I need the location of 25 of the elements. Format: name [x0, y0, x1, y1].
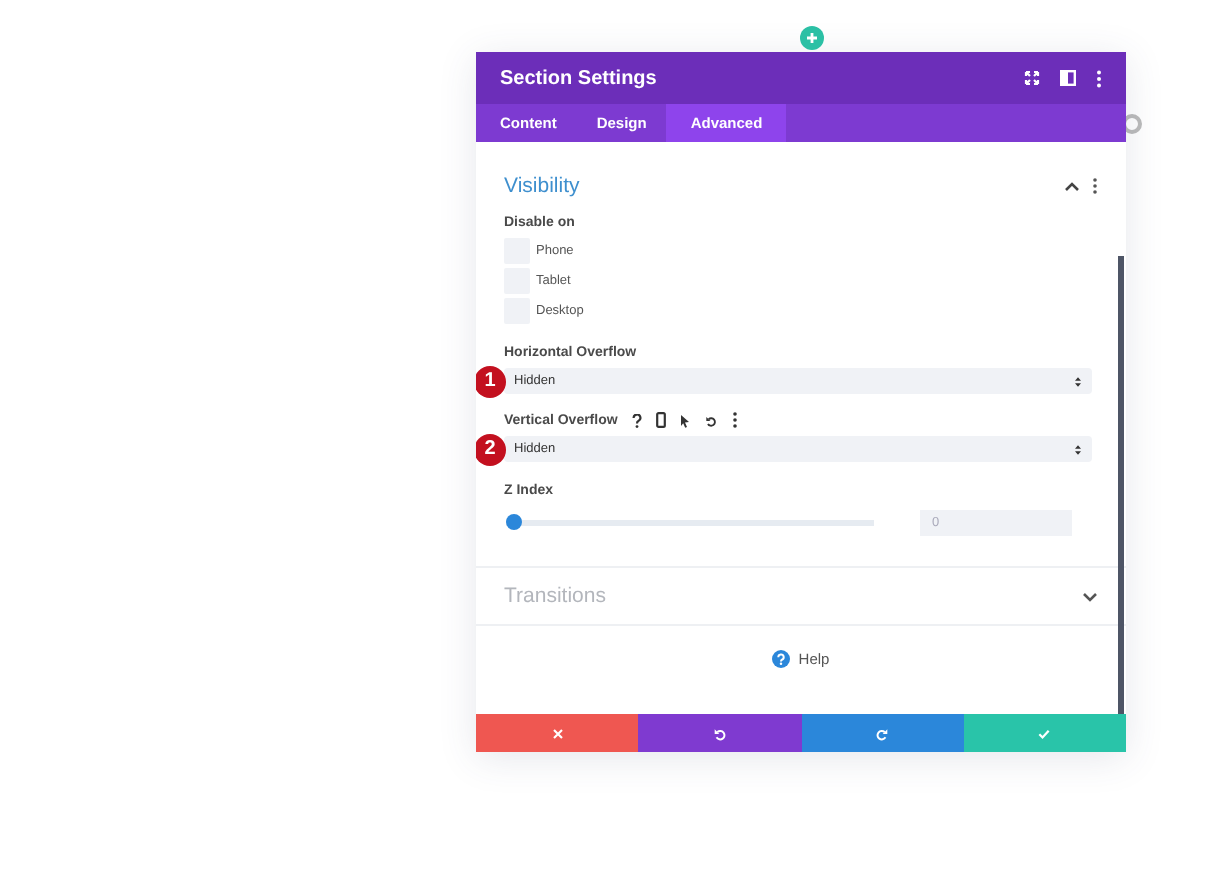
slider-track[interactable] — [506, 514, 874, 530]
scrollbar[interactable] — [1118, 256, 1124, 714]
number-marker: 1 — [476, 365, 506, 397]
chevron-down-icon[interactable] — [1082, 589, 1098, 603]
redo-icon — [874, 725, 891, 741]
sidebar-toggle-icon[interactable] — [1060, 70, 1076, 86]
more-icon[interactable] — [1096, 69, 1102, 87]
phone-icon[interactable] — [655, 412, 666, 428]
cursor-icon[interactable] — [679, 413, 690, 427]
more-icon[interactable] — [1092, 178, 1098, 194]
check-icon — [1036, 725, 1053, 741]
undo-icon[interactable] — [703, 413, 718, 427]
slider-thumb[interactable] — [506, 514, 522, 530]
help-icon — [772, 650, 791, 668]
section-title[interactable]: Visibility — [504, 174, 1064, 198]
updown-arrows-icon — [1074, 443, 1082, 455]
chevron-up-icon[interactable] — [1064, 179, 1080, 193]
close-icon — [549, 725, 566, 741]
updown-arrows-icon — [1074, 375, 1082, 387]
undo-icon — [711, 725, 728, 741]
panel-title: Section Settings — [500, 67, 659, 89]
help-icon[interactable] — [631, 413, 642, 427]
more-icon[interactable] — [731, 412, 738, 428]
expand-icon[interactable] — [1024, 70, 1040, 86]
number-marker: 2 — [476, 433, 506, 465]
